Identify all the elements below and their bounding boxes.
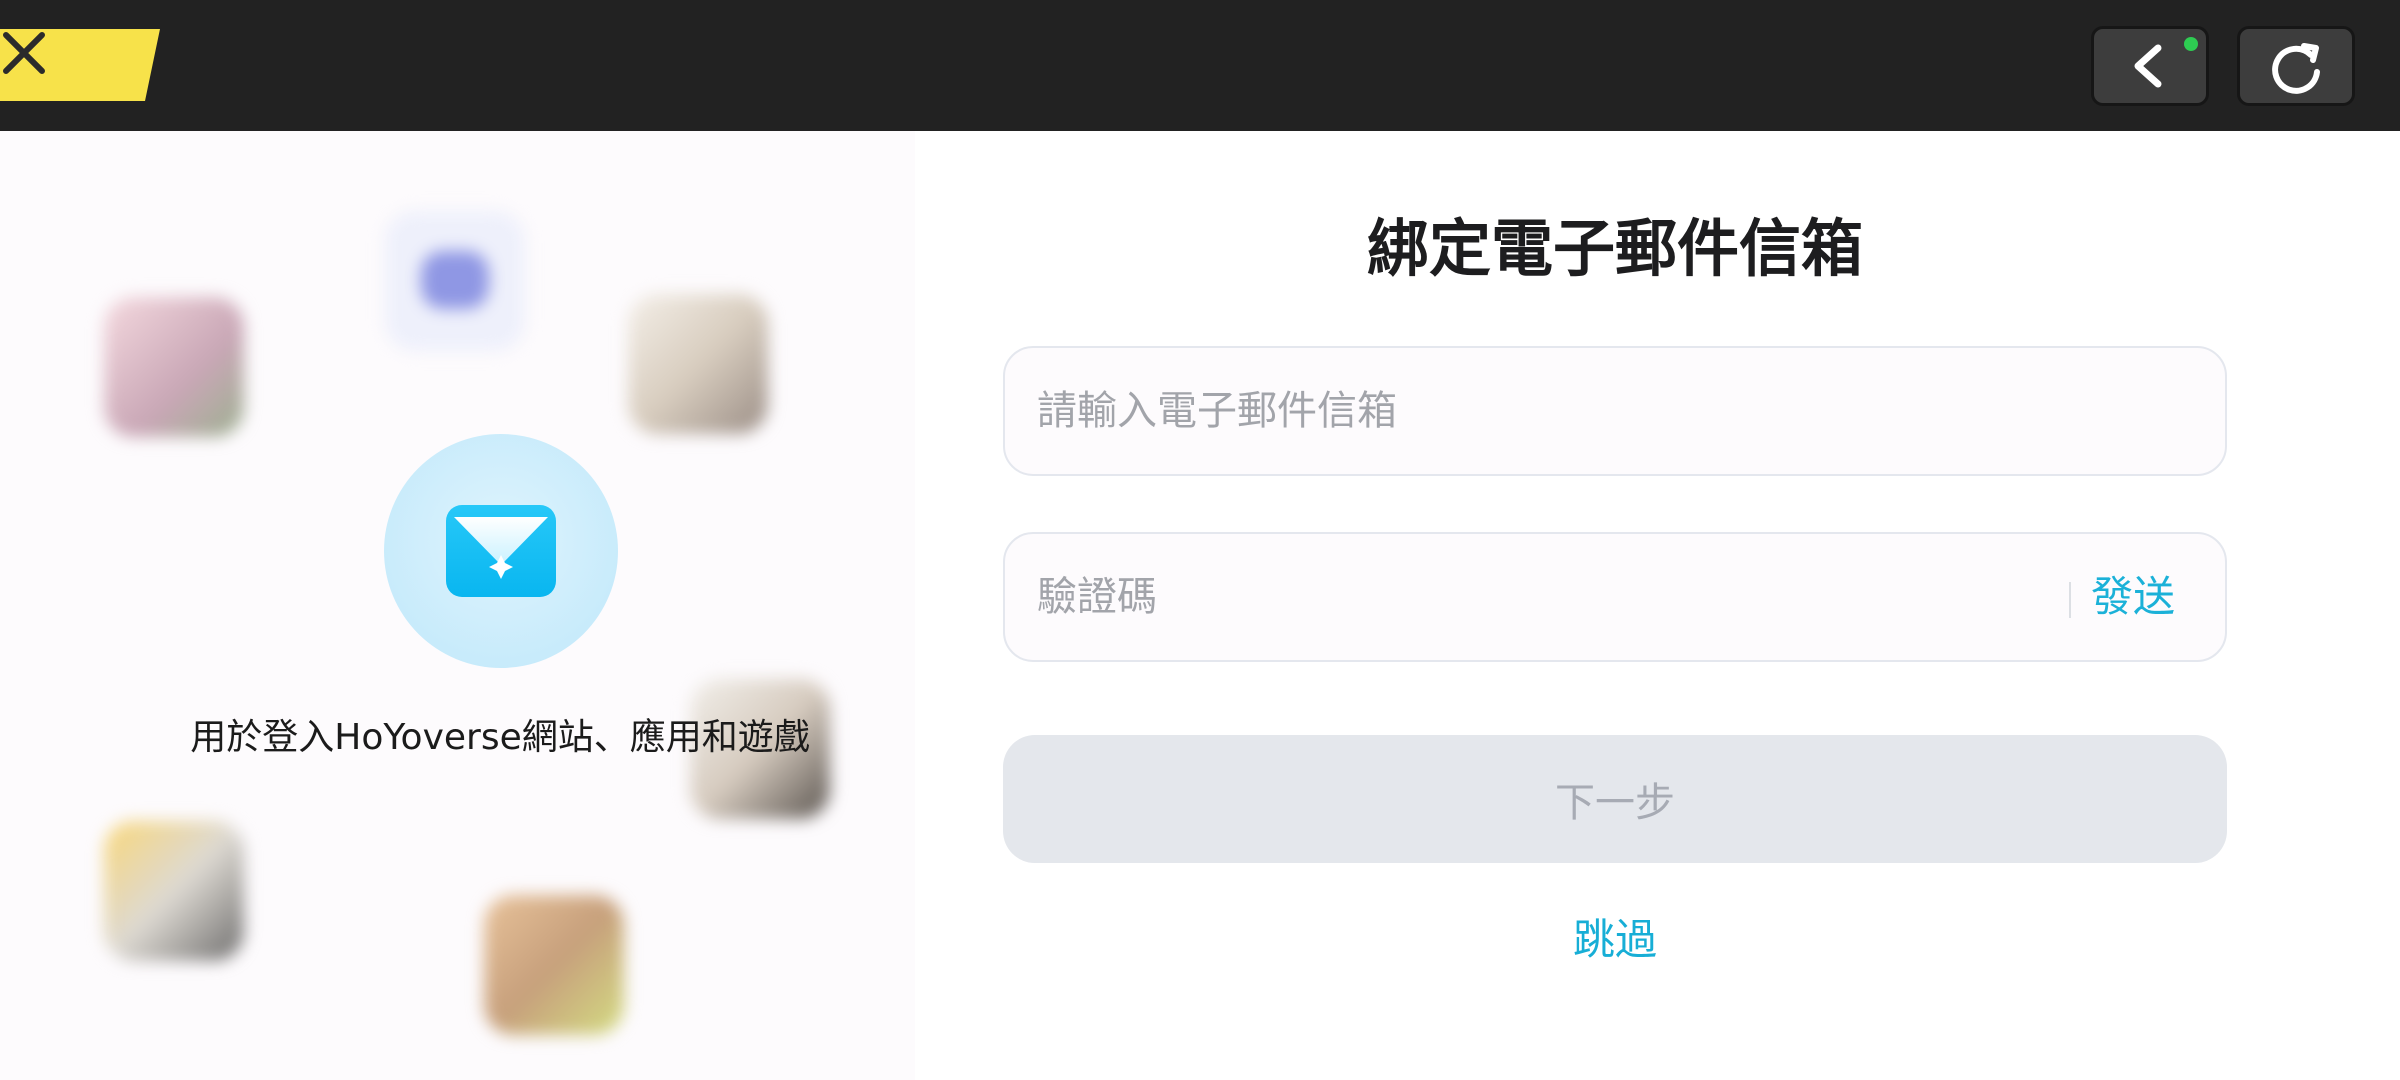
refresh-button[interactable] (2237, 26, 2355, 106)
skip-link[interactable]: 跳過 (1003, 906, 2227, 967)
send-code-button[interactable]: 發送 (2091, 534, 2175, 660)
mail-badge (384, 434, 618, 668)
verification-code-field[interactable]: 發送 (1003, 532, 2227, 662)
top-bar (0, 0, 2400, 131)
page-title: 綁定電子郵件信箱 (1366, 212, 1863, 285)
blurred-game-icon (484, 895, 624, 1035)
blurred-game-icon (104, 297, 244, 437)
bind-purpose-caption: 用於登入HoYoverse網站、應用和遊戲 (190, 717, 810, 758)
refresh-icon (2272, 43, 2320, 94)
blurred-game-icon (628, 294, 768, 434)
email-input[interactable] (1037, 348, 2037, 474)
back-button[interactable] (2091, 26, 2209, 106)
notification-dot (2184, 37, 2198, 51)
blurred-game-icon (104, 821, 244, 961)
next-step-button[interactable]: 下一步 (1003, 735, 2227, 863)
blurred-app-icon (385, 211, 525, 351)
send-divider (2069, 582, 2071, 618)
verification-code-input[interactable] (1037, 534, 2017, 660)
close-button[interactable] (0, 29, 162, 101)
email-field[interactable] (1003, 346, 2227, 476)
close-icon (3, 32, 45, 74)
mail-icon (446, 505, 556, 597)
left-illustration-panel: 用於登入HoYoverse網站、應用和遊戲 (0, 131, 915, 1080)
